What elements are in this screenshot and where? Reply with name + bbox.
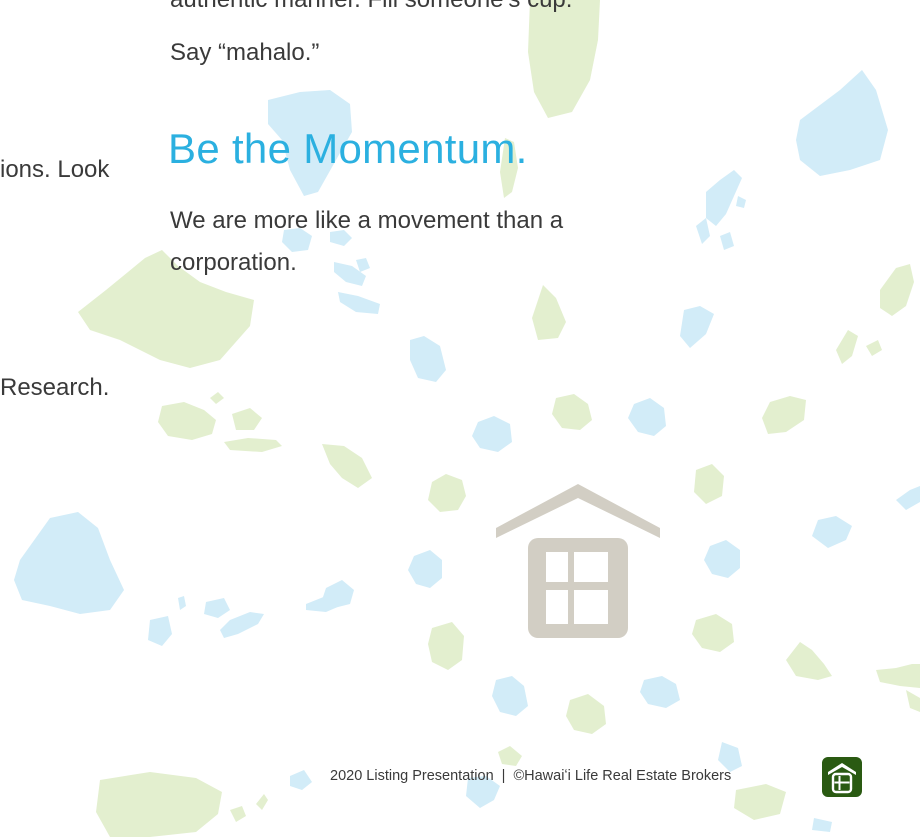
section-paragraph-line: We are more like a movement than a	[170, 207, 564, 234]
island-shape	[640, 676, 680, 708]
house-watermark-icon	[496, 484, 660, 638]
island-shape	[158, 402, 216, 440]
island-shape	[566, 694, 606, 734]
island-shape	[498, 746, 522, 766]
island-shape	[148, 616, 172, 646]
island-shape	[786, 642, 832, 680]
island-shape	[224, 438, 282, 452]
footer-separator: |	[501, 768, 506, 784]
island-shape	[410, 336, 446, 382]
island-shape	[338, 292, 380, 314]
intro-text-last-line: Say “mahalo.”	[170, 39, 320, 66]
island-shape	[356, 258, 370, 272]
island-shape	[428, 622, 464, 670]
island-shape	[876, 664, 920, 688]
island-shape	[812, 516, 852, 548]
island-shape	[230, 806, 246, 822]
island-shape	[290, 770, 312, 790]
intro-text-tail: authentic manner. Fill someone’s cup.	[170, 0, 572, 22]
island-shape	[408, 550, 442, 588]
island-shape	[492, 676, 528, 716]
island-shape	[552, 394, 592, 430]
page-footer: 2020 Listing Presentation | ©Hawaiʻi Lif…	[330, 764, 731, 788]
island-shape	[210, 392, 224, 404]
island-shape	[720, 232, 734, 250]
island-shape	[736, 196, 746, 208]
island-shape	[178, 596, 186, 610]
island-shape	[428, 474, 466, 512]
island-shape	[706, 170, 742, 226]
island-shape	[836, 330, 858, 364]
island-shape	[696, 218, 710, 244]
island-shape	[704, 540, 740, 578]
island-shape	[880, 264, 914, 316]
island-shape	[762, 396, 806, 434]
island-shape	[322, 444, 372, 488]
footer-copyright: ©Hawaiʻi Life Real Estate Brokers	[513, 768, 732, 784]
island-shape	[220, 612, 264, 638]
left-column-fragment: ions. Look	[0, 156, 110, 183]
island-shape	[204, 598, 230, 618]
island-shape	[256, 794, 268, 810]
section-heading: Be the Momentum.	[168, 125, 528, 172]
island-shape	[812, 818, 832, 832]
island-shape	[906, 690, 920, 712]
island-shape	[472, 416, 512, 452]
island-shape	[866, 340, 882, 356]
hawaii-life-logo-icon	[822, 757, 862, 797]
footer-title: 2020 Listing Presentation	[330, 768, 494, 784]
island-shape	[232, 408, 262, 430]
island-shape	[796, 70, 888, 176]
island-shape	[896, 486, 920, 510]
island-shape	[692, 614, 734, 652]
island-shape	[14, 512, 124, 614]
island-shape	[680, 306, 714, 348]
island-shape	[694, 464, 724, 504]
island-shape	[96, 772, 222, 837]
island-shape	[628, 398, 666, 436]
left-column-fragment: Research.	[0, 374, 110, 401]
section-paragraph-line: corporation.	[170, 249, 297, 276]
island-shape	[532, 285, 566, 340]
island-shape	[734, 784, 786, 820]
